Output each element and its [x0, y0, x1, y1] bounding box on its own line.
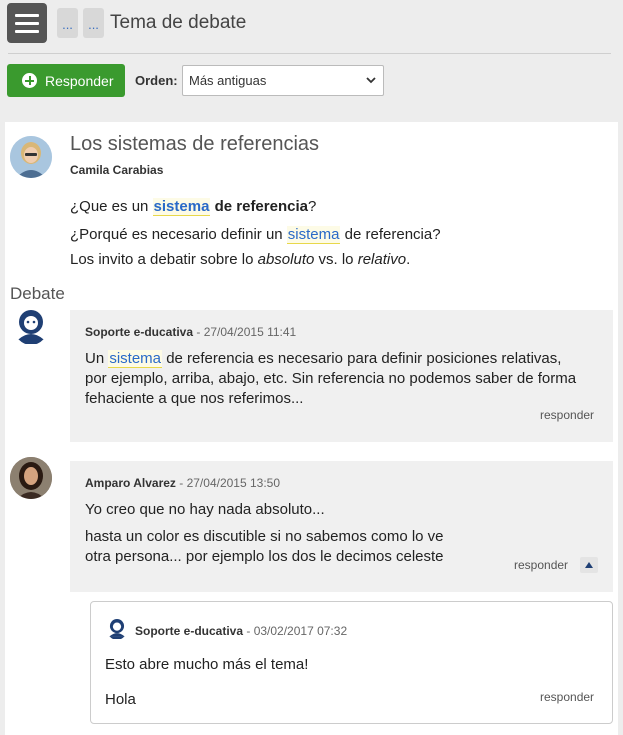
plus-circle-icon	[22, 73, 37, 88]
breadcrumb-item-2[interactable]: ...	[83, 8, 104, 38]
post-line-2: ¿Porqué es necesario definir un sistema …	[70, 226, 441, 244]
reply-button-label: Responder	[45, 72, 114, 89]
top-bar: ... ... Tema de debate	[0, 0, 623, 54]
avatar-admin	[14, 309, 48, 345]
reply-author[interactable]: Soporte e-ducativa	[85, 325, 193, 339]
avatar-admin	[107, 618, 127, 640]
reply-link[interactable]: responder	[540, 408, 594, 422]
reply-link[interactable]: responder	[514, 558, 568, 572]
chevron-down-icon	[366, 77, 376, 84]
hamburger-menu-icon[interactable]	[7, 3, 47, 43]
post-line-1: ¿Que es un sistema de referencia?	[70, 198, 317, 216]
reply-meta: Amparo Alvarez - 27/04/2015 13:50	[85, 476, 281, 490]
debate-heading: Debate	[10, 284, 65, 303]
order-select-value: Más antiguas	[189, 73, 267, 88]
glossary-term-link[interactable]: sistema	[152, 198, 211, 216]
glossary-term-link[interactable]: sistema	[286, 226, 341, 244]
reply-meta: Soporte e-ducativa - 03/02/2017 07:32	[135, 624, 348, 638]
reply-meta: Soporte e-ducativa - 27/04/2015 11:41	[85, 325, 297, 339]
reply-text-line: por ejemplo, arriba, abajo, etc. Sin ref…	[85, 370, 577, 387]
reply-author[interactable]: Soporte e-ducativa	[135, 624, 243, 638]
avatar-amparo	[10, 457, 52, 499]
avatar-camila	[10, 136, 52, 178]
reply-text-line: Esto abre mucho más el tema!	[105, 656, 309, 673]
reply-text-line: fehaciente a que nos referimos...	[85, 390, 304, 407]
reply-text-line: Un sistema de referencia es necesario pa…	[85, 350, 562, 368]
reply-text-line: otra persona... por ejemplo los dos le d…	[85, 548, 444, 565]
reply-author[interactable]: Amparo Alvarez	[85, 476, 176, 490]
order-label: Orden:	[135, 73, 178, 88]
reply-text-line: hasta un color es discutible si no sabem…	[85, 528, 444, 545]
post-author[interactable]: Camila Carabias	[70, 163, 163, 177]
reply-button[interactable]: Responder	[7, 64, 125, 97]
reply-text-line: Yo creo que no hay nada absoluto...	[85, 501, 325, 518]
triangle-up-icon[interactable]	[580, 557, 598, 573]
order-select[interactable]: Más antiguas	[182, 65, 384, 96]
breadcrumb-item-1[interactable]: ...	[57, 8, 78, 38]
post-title: Los sistemas de referencias	[70, 133, 320, 155]
header-divider	[8, 53, 611, 54]
page-title: Tema de debate	[110, 12, 247, 33]
glossary-term-link[interactable]: sistema	[108, 350, 163, 368]
reply-text-line: Hola	[105, 691, 136, 708]
reply-link[interactable]: responder	[540, 690, 594, 704]
post-line-3: Los invito a debatir sobre lo absoluto v…	[70, 251, 411, 268]
